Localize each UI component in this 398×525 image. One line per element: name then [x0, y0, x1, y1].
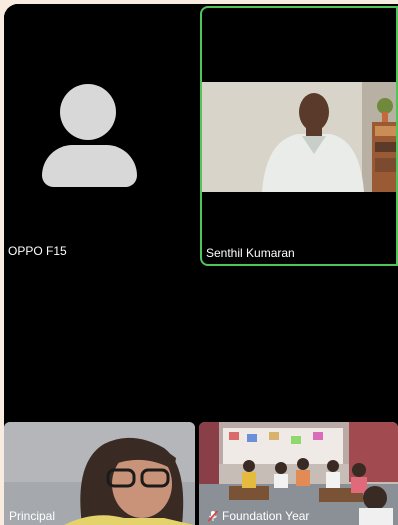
participant-video [202, 82, 396, 192]
participant-tile-principal[interactable]: Principal [4, 422, 195, 525]
participant-tile-foundation-year[interactable]: Foundation Year [199, 422, 398, 525]
mic-off-icon [207, 510, 219, 522]
participant-tile-senthil[interactable]: Senthil Kumaran [200, 6, 398, 266]
participant-name: Foundation Year [222, 509, 310, 523]
participant-name: Senthil Kumaran [206, 246, 295, 260]
participant-tile-oppo[interactable]: OPPO F15 [4, 4, 199, 268]
participant-name: Principal [9, 509, 56, 523]
video-grid: OPPO F15 Senthil Kumaran Principal Found… [4, 4, 398, 525]
participant-name: OPPO F15 [8, 244, 67, 258]
participant-label: Foundation Year [207, 509, 309, 523]
avatar-placeholder-icon [42, 84, 140, 188]
